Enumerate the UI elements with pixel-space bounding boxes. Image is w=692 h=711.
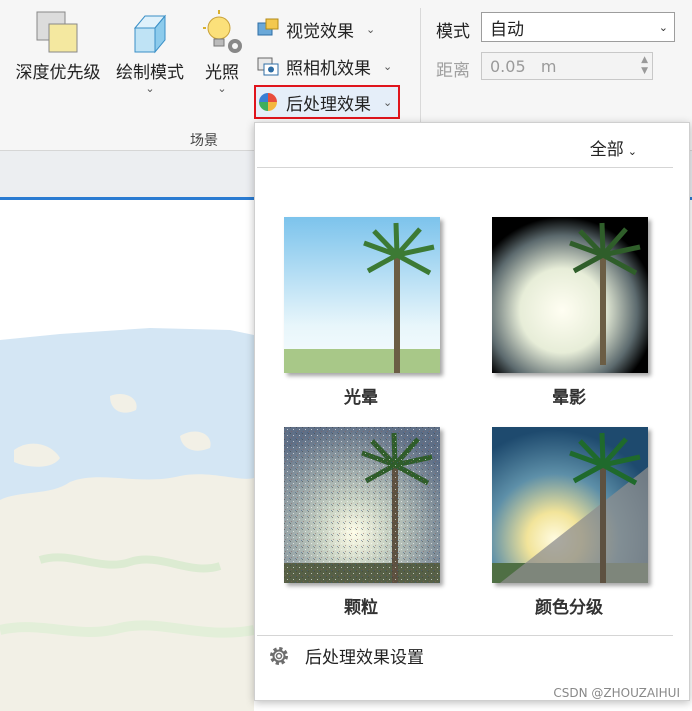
camera-effects-icon [257, 57, 279, 76]
lighting-icon [203, 10, 242, 53]
depth-priority-button[interactable]: 深度优先级 [8, 8, 108, 83]
post-processing-label: 后处理效果 [286, 94, 371, 115]
post-processing-icon [259, 93, 277, 111]
group-divider [420, 8, 421, 126]
settings-label: 后处理效果设置 [305, 648, 424, 668]
chevron-down-icon: ⌄ [658, 20, 668, 34]
popup-divider [257, 167, 673, 168]
depth-priority-icon [36, 11, 78, 53]
chevron-down-icon: ⌄ [366, 22, 376, 36]
effect-tile-color-grading[interactable]: 颜色分级 [489, 427, 649, 618]
vignette-thumbnail [492, 217, 648, 373]
effect-label: 颗粒 [344, 598, 378, 618]
grain-thumbnail [284, 427, 440, 583]
visual-effects-icon [257, 18, 279, 36]
effect-tile-grain[interactable]: 颗粒 [281, 427, 441, 618]
gear-icon [270, 646, 288, 665]
spinner-arrows-icon[interactable]: ▲ ▼ [641, 55, 648, 77]
effect-label: 颜色分级 [535, 598, 603, 618]
effect-label: 光晕 [344, 388, 378, 408]
distance-label: 距离 [436, 61, 470, 81]
filter-dropdown[interactable]: 全部 ⌄ [590, 135, 637, 160]
distance-input[interactable]: 0.05 m ▲ ▼ [481, 52, 653, 80]
visual-effects-label: 视觉效果 [286, 21, 354, 42]
color-grading-thumbnail [492, 427, 648, 583]
draw-mode-label: 绘制模式 [116, 63, 184, 83]
effect-tile-bloom[interactable]: 光晕 [281, 217, 441, 408]
effect-tile-vignette[interactable]: 晕影 [489, 217, 649, 408]
filter-label: 全部 [589, 140, 624, 160]
popup-divider [257, 635, 673, 636]
mode-label: 模式 [436, 22, 470, 42]
draw-mode-button[interactable]: 绘制模式 ⌄ [110, 8, 190, 95]
draw-mode-icon [133, 14, 167, 54]
visual-effects-button[interactable]: 视觉效果 ⌄ [256, 14, 375, 44]
chevron-down-icon: ⌄ [217, 82, 227, 95]
bloom-thumbnail [284, 217, 440, 373]
camera-effects-button[interactable]: 照相机效果 ⌄ [256, 51, 392, 81]
lighting-button[interactable]: 光照 ⌄ [196, 8, 248, 95]
post-processing-settings-button[interactable]: 后处理效果设置 [267, 643, 424, 668]
depth-priority-label: 深度优先级 [15, 63, 101, 83]
post-processing-gallery: 全部 ⌄ 光晕 晕影 颗粒 颜色分级 后处理效果设置 [254, 122, 690, 701]
post-processing-button[interactable]: 后处理效果 ⌄ [253, 85, 401, 119]
effect-label: 晕影 [552, 388, 586, 408]
mode-select[interactable]: 自动 ⌄ [481, 12, 675, 42]
watermark: CSDN @ZHOUZAIHUI [553, 686, 680, 700]
chevron-down-icon: ⌄ [383, 95, 393, 109]
group-label-scene: 场景 [190, 133, 218, 149]
chevron-down-icon: ⌄ [627, 145, 637, 158]
distance-value: 0.05 m [490, 56, 557, 76]
mode-value: 自动 [490, 19, 524, 40]
chevron-down-icon: ⌄ [145, 82, 155, 95]
camera-effects-label: 照相机效果 [286, 58, 371, 79]
lighting-label: 光照 [205, 63, 239, 83]
chevron-down-icon: ⌄ [383, 59, 393, 73]
